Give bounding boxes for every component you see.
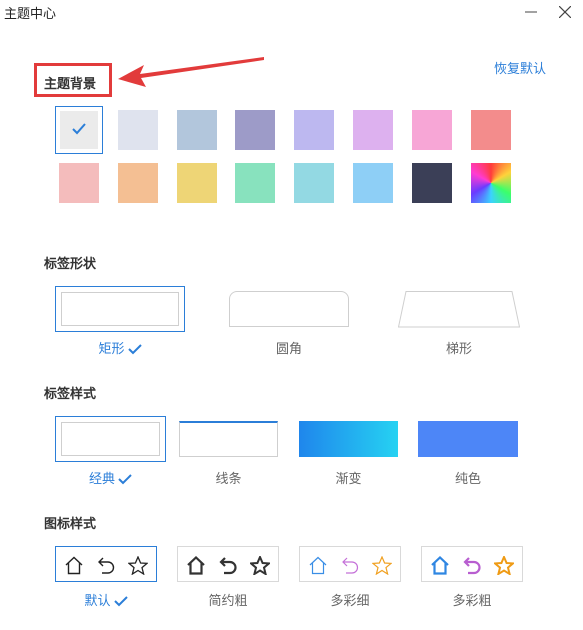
tab-shape-trapezoid[interactable] (398, 291, 520, 328)
tab-style-solid[interactable] (418, 421, 518, 457)
tab-style-gradient-label: 渐变 (335, 472, 362, 487)
swatch-6[interactable] (353, 110, 393, 150)
swatch-15[interactable] (412, 163, 452, 203)
swatch-14[interactable] (353, 163, 393, 203)
icon-style-default[interactable] (55, 546, 157, 582)
minimize-button[interactable] (516, 0, 546, 24)
tab-shape-rectangle[interactable] (55, 286, 185, 332)
icon-style-simple-bold-label: 简约粗 (208, 594, 248, 609)
swatch-3[interactable] (177, 110, 217, 150)
tab-shape-rounded[interactable] (229, 291, 349, 327)
tab-style-gradient[interactable] (299, 421, 398, 457)
swatch-10[interactable] (118, 163, 158, 203)
tab-style-classic-label: 经典 (55, 468, 166, 487)
home-icon (309, 556, 327, 575)
swatch-13[interactable] (294, 163, 334, 203)
tab-style-solid-label: 纯色 (454, 472, 481, 487)
tab-style-classic[interactable] (55, 416, 166, 462)
icon-style-default-label: 默认 (55, 590, 157, 609)
checkmark-icon (113, 596, 128, 607)
icon-style-simple-bold[interactable] (177, 546, 279, 582)
checkmark-icon (127, 344, 142, 355)
swatch-8[interactable] (471, 110, 511, 150)
icon-style-colorful-thin-label: 多彩细 (330, 594, 370, 609)
home-icon (65, 556, 83, 575)
swatch-4[interactable] (235, 110, 275, 150)
star-icon (128, 556, 148, 575)
close-icon (559, 6, 571, 18)
checkmark-icon (118, 474, 132, 485)
swatch-2[interactable] (118, 110, 158, 150)
checkmark-icon (72, 123, 86, 135)
home-icon (187, 556, 205, 575)
icon-style-colorful-thin[interactable] (299, 546, 401, 582)
section-title-tab-style: 标签样式 (44, 387, 97, 402)
tab-shape-rectangle-label: 矩形 (55, 338, 185, 357)
star-icon (250, 556, 270, 575)
icon-style-colorful-bold[interactable] (421, 546, 523, 582)
swatch-16-rainbow[interactable] (471, 163, 511, 203)
swatch-11[interactable] (177, 163, 217, 203)
icon-style-colorful-bold-label: 多彩粗 (452, 594, 492, 609)
tab-shape-trapezoid-label: 梯形 (445, 342, 472, 357)
annotation-highlight-box (34, 63, 112, 97)
tab-shape-rounded-label: 圆角 (275, 342, 302, 357)
swatch-1[interactable] (55, 106, 103, 154)
swatch-9[interactable] (59, 163, 99, 203)
undo-icon (219, 557, 237, 575)
swatch-12[interactable] (235, 163, 275, 203)
close-button[interactable] (550, 0, 580, 24)
section-title-icon-style: 图标样式 (44, 517, 97, 532)
tab-style-line-label: 线条 (215, 472, 242, 487)
section-title-tab-shape: 标签形状 (44, 257, 97, 272)
swatch-7[interactable] (412, 110, 452, 150)
restore-default-link[interactable]: 恢复默认 (494, 58, 546, 77)
undo-icon (98, 557, 115, 574)
home-icon (431, 556, 449, 575)
annotation-arrow-icon (118, 57, 264, 87)
window-title: 主题中心 (4, 7, 57, 22)
tab-style-line[interactable] (179, 421, 278, 457)
star-icon (494, 556, 514, 575)
swatch-5[interactable] (294, 110, 334, 150)
undo-icon (463, 557, 481, 575)
star-icon (372, 556, 392, 575)
undo-icon (342, 557, 359, 574)
minimize-icon (525, 11, 537, 13)
title-bar: 主题中心 (0, 0, 583, 24)
